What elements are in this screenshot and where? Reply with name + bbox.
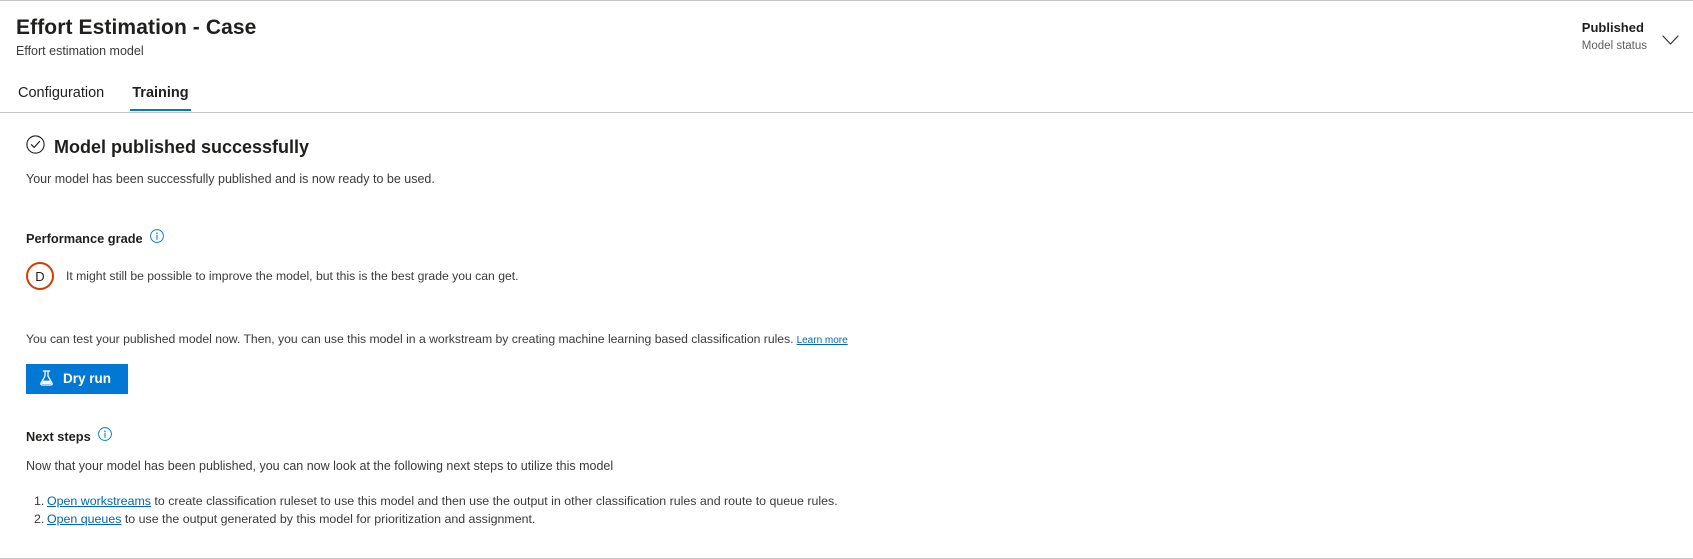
status-label: Model status xyxy=(1581,40,1647,52)
next-steps-header: Next steps xyxy=(26,427,1693,446)
tab-training[interactable]: Training xyxy=(130,77,192,112)
model-status-block: Published Model status xyxy=(1582,19,1647,54)
grade-badge: D xyxy=(26,262,54,290)
banner-subtitle: Your model has been successfully publish… xyxy=(26,172,435,186)
check-circle-icon xyxy=(26,135,45,159)
open-workstreams-link[interactable]: Open workstreams xyxy=(47,494,151,508)
model-training-page: Effort Estimation - Case Effort estimati… xyxy=(0,0,1693,559)
test-model-text: You can test your published model now. T… xyxy=(26,332,794,346)
status-badge: Published xyxy=(1581,20,1644,35)
next-steps-list: Open workstreams to create classificatio… xyxy=(26,492,1693,528)
page-subtitle: Effort estimation model xyxy=(16,44,144,58)
dry-run-label: Dry run xyxy=(63,371,112,387)
tab-configuration[interactable]: Configuration xyxy=(16,77,106,112)
performance-grade-label: Performance grade xyxy=(26,230,143,246)
info-icon[interactable] xyxy=(149,229,164,248)
next-steps-subtitle: Now that your model has been published, … xyxy=(26,459,614,473)
performance-grade-row: D It might still be possible to improve … xyxy=(26,262,1693,290)
page-body: Model published successfully Your model … xyxy=(0,113,1693,528)
flask-icon xyxy=(39,370,54,389)
open-queues-link[interactable]: Open queues xyxy=(47,512,121,526)
grade-description: It might still be possible to improve th… xyxy=(66,269,519,283)
dry-run-button[interactable]: Dry run xyxy=(26,364,129,394)
chevron-down-icon[interactable] xyxy=(1657,27,1683,53)
banner-title: Model published successfully xyxy=(54,137,310,157)
performance-grade-header: Performance grade xyxy=(26,229,1693,248)
test-model-paragraph: You can test your published model now. T… xyxy=(26,330,1693,350)
next-steps-label: Next steps xyxy=(26,428,91,444)
list-item: Open workstreams to create classificatio… xyxy=(26,492,1693,510)
success-banner: Model published successfully xyxy=(26,135,1693,159)
title-block: Effort Estimation - Case Effort estimati… xyxy=(16,15,1693,60)
page-header: Effort Estimation - Case Effort estimati… xyxy=(0,1,1693,113)
list-item-text: to use the output generated by this mode… xyxy=(121,512,536,526)
list-item-text: to create classification ruleset to use … xyxy=(150,494,838,508)
page-title: Effort Estimation - Case xyxy=(16,16,257,39)
tab-bar: Configuration Training xyxy=(16,77,192,112)
learn-more-link[interactable]: Learn more xyxy=(797,335,848,346)
list-item: Open queues to use the output generated … xyxy=(26,510,1693,528)
info-icon[interactable] xyxy=(97,427,112,446)
